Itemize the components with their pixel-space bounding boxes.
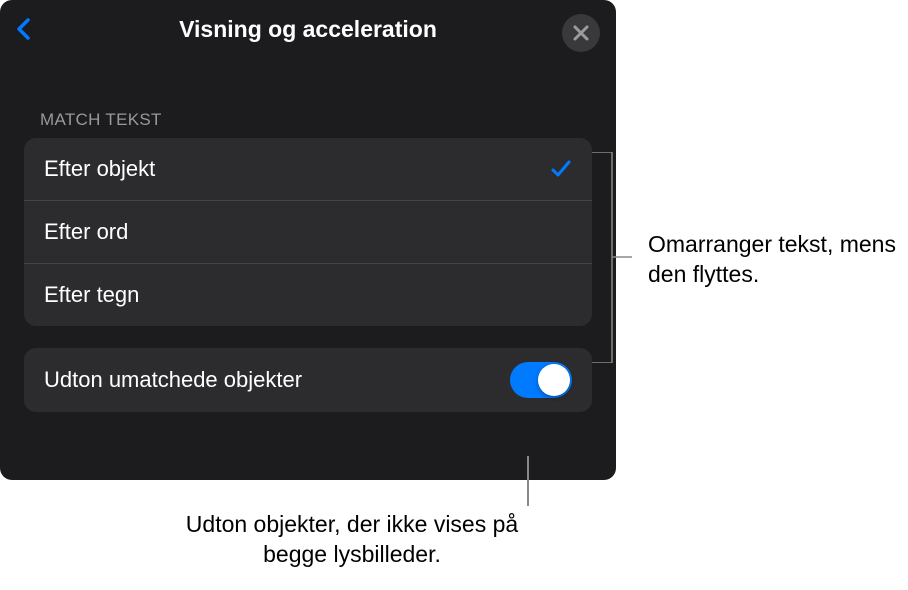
panel-title: Visning og acceleration	[179, 16, 437, 43]
toggle-label: Udton umatchede objekter	[44, 367, 302, 393]
callout-bottom-text: Udton objekter, der ikke vises på begge …	[152, 510, 552, 570]
option-by-character[interactable]: Efter tegn	[24, 264, 592, 326]
callout-right-text: Omarranger tekst, mens den flyttes.	[648, 230, 898, 290]
option-label: Efter ord	[44, 219, 128, 245]
panel-header: Visning og acceleration	[0, 0, 616, 58]
option-by-word[interactable]: Efter ord	[24, 201, 592, 264]
callout-bracket-right	[592, 152, 632, 363]
toggle-knob	[538, 364, 570, 396]
callout-right: Omarranger tekst, mens den flyttes.	[648, 230, 898, 290]
back-button[interactable]	[14, 18, 34, 40]
option-by-object[interactable]: Efter objekt	[24, 138, 592, 201]
close-button[interactable]	[562, 14, 600, 52]
checkmark-icon	[550, 158, 572, 180]
fade-unmatched-row: Udton umatchede objekter	[24, 348, 592, 412]
callout-bottom: Udton objekter, der ikke vises på begge …	[152, 510, 552, 570]
callout-line-bottom	[527, 456, 529, 506]
option-label: Efter tegn	[44, 282, 139, 308]
settings-panel: Visning og acceleration MATCH TEKST Efte…	[0, 0, 616, 480]
chevron-left-icon	[16, 18, 32, 40]
match-text-list: Efter objekt Efter ord Efter tegn	[24, 138, 592, 326]
toggle-group: Udton umatchede objekter	[24, 348, 592, 412]
section-header: MATCH TEKST	[0, 58, 616, 138]
fade-unmatched-toggle[interactable]	[510, 362, 572, 398]
option-label: Efter objekt	[44, 156, 155, 182]
close-icon	[573, 25, 589, 41]
